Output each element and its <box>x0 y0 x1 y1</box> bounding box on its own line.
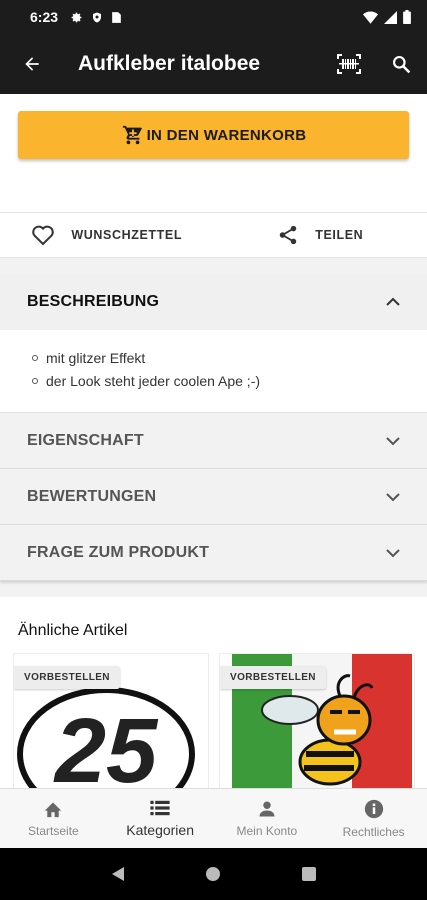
cart-icon <box>122 125 142 145</box>
similar-title: Ähnliche Artikel <box>18 622 128 639</box>
nav-home-label: Startseite <box>28 823 79 838</box>
person-icon <box>259 801 275 816</box>
shield-icon <box>93 12 102 22</box>
chevron-down-icon <box>386 548 400 557</box>
nav-account[interactable]: Mein Konto <box>214 789 321 848</box>
wishlist-button[interactable]: WUNSCHZETTEL <box>0 224 214 246</box>
preorder-badge: VORBESTELLEN <box>14 666 120 689</box>
similar-products: Ähnliche Artikel 25 VORBESTELLEN VORBEST… <box>0 597 427 788</box>
arrow-left-icon <box>25 57 39 71</box>
sim-card-icon <box>112 11 121 23</box>
list-item: der Look steht jeder coolen Ape ;-) <box>32 369 395 392</box>
status-time: 6:23 <box>30 9 59 25</box>
info-icon <box>364 799 383 818</box>
action-row: WUNSCHZETTEL TEILEN <box>0 212 427 258</box>
home-icon <box>45 801 62 817</box>
sticker-number: 25 <box>53 700 159 788</box>
reviews-title: BEWERTUNGEN <box>27 487 157 505</box>
reviews-accordion-header[interactable]: BEWERTUNGEN <box>0 469 427 525</box>
wifi-icon <box>363 11 378 24</box>
app-bar: Aufkleber italobee <box>0 34 427 94</box>
gear-icon <box>71 12 82 22</box>
preorder-badge: VORBESTELLEN <box>220 666 326 689</box>
properties-accordion-header[interactable]: EIGENSCHAFT <box>0 413 427 469</box>
system-recents-icon[interactable] <box>301 866 317 882</box>
question-accordion-header[interactable]: FRAGE ZUM PRODUKT <box>0 525 427 581</box>
product-card[interactable]: 25 VORBESTELLEN <box>13 653 209 788</box>
cart-button-label: IN DEN WARENKORB <box>146 126 307 144</box>
list-item: mit glitzer Effekt <box>32 346 395 369</box>
system-navigation <box>0 848 427 900</box>
system-home-icon[interactable] <box>205 866 221 882</box>
chevron-down-icon <box>386 492 400 501</box>
barcode-scan-button[interactable] <box>323 34 375 94</box>
page-title: Aufkleber italobee <box>78 52 261 75</box>
product-content: IN DEN WARENKORB WUNSCHZETTEL TEILEN BES… <box>0 94 427 788</box>
add-to-cart-button[interactable]: IN DEN WARENKORB <box>18 111 409 159</box>
question-title: FRAGE ZUM PRODUKT <box>27 543 210 561</box>
status-bar: 6:23 <box>0 0 427 34</box>
system-back-icon[interactable] <box>110 866 126 882</box>
battery-icon <box>403 10 411 24</box>
heart-icon <box>32 225 55 246</box>
nav-legal[interactable]: Rechtliches <box>320 789 427 848</box>
signal-icon <box>384 10 397 24</box>
list-icon <box>150 800 170 815</box>
nav-categories[interactable]: Kategorien <box>107 789 214 848</box>
wishlist-label: WUNSCHZETTEL <box>71 228 183 242</box>
nav-account-label: Mein Konto <box>236 823 298 838</box>
description-item: der Look steht jeder coolen Ape ;-) <box>46 372 261 389</box>
properties-title: EIGENSCHAFT <box>27 431 144 449</box>
back-button[interactable] <box>0 34 64 94</box>
share-button[interactable]: TEILEN <box>214 223 427 247</box>
barcode-icon <box>337 54 361 74</box>
description-list: mit glitzer Effekt der Look steht jeder … <box>0 330 427 413</box>
nav-home[interactable]: Startseite <box>0 789 107 848</box>
nav-legal-label: Rechtliches <box>342 824 405 839</box>
description-accordion-header[interactable]: BESCHREIBUNG <box>0 274 427 330</box>
share-icon <box>279 225 297 245</box>
bottom-navigation: Startseite Kategorien Mein Konto Rechtli… <box>0 788 427 848</box>
share-label: TEILEN <box>315 228 364 242</box>
search-button[interactable] <box>375 34 427 94</box>
chevron-up-icon <box>386 297 400 306</box>
chevron-down-icon <box>386 436 400 445</box>
search-icon <box>392 55 410 73</box>
product-card[interactable]: VORBESTELLEN <box>219 653 415 788</box>
divider <box>0 258 427 274</box>
description-title: BESCHREIBUNG <box>27 293 160 310</box>
nav-categories-label: Kategorien <box>126 821 194 838</box>
description-item: mit glitzer Effekt <box>46 349 146 366</box>
cart-area: IN DEN WARENKORB <box>0 94 427 212</box>
